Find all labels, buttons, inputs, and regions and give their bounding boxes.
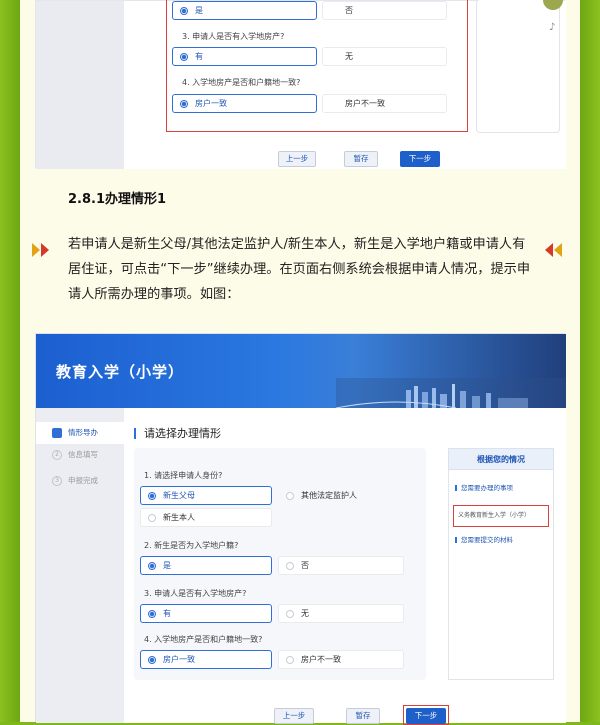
music-note-icon: ♪ — [549, 22, 556, 33]
guide-title: 根据您的情况 — [448, 448, 554, 470]
banner: 教育入学（小学） — [36, 334, 566, 408]
next-highlight-frame — [403, 705, 449, 725]
option-label: 新生父母 — [163, 491, 195, 500]
q3-option-yes[interactable]: 有 — [140, 604, 272, 623]
option-label: 有 — [163, 609, 171, 618]
option-label: 是 — [163, 561, 171, 570]
question-4: 4. 入学地房产是否和户籍地一致? — [144, 635, 263, 644]
step-nav: 情形导办 2 信息填写 3 申报完成 — [36, 408, 124, 723]
right-chevron-icon — [540, 243, 562, 259]
content-title: 请选择办理情形 — [134, 428, 221, 439]
nav-step-done[interactable]: 3 申报完成 — [36, 470, 124, 492]
q4-option-match[interactable]: 房户一致 — [140, 650, 272, 669]
q4-option-mismatch[interactable]: 房户不一致 — [278, 650, 404, 669]
banner-title: 教育入学（小学） — [56, 363, 185, 381]
q1-option-self[interactable]: 新生本人 — [140, 508, 272, 527]
top-screenshot: 是 否 3. 申请人是否有入学地房产? 有 无 4. 入学地房产是否和户籍地一致… — [35, 0, 566, 169]
nav-step-guide[interactable]: 情形导办 — [36, 422, 124, 444]
radio-icon — [148, 610, 156, 618]
robot-icon — [52, 428, 62, 438]
description-paragraph: 若申请人是新生父母/其他法定监护人/新生本人，新生是入学地户籍或申请人有居住证，… — [68, 237, 531, 302]
q3-option-no[interactable]: 无 — [278, 604, 404, 623]
q1-option-guardian[interactable]: 其他法定监护人 — [278, 486, 410, 505]
q2-option-yes[interactable]: 是 — [140, 556, 272, 575]
screenshot-figure: 教育入学（小学） 情形导办 2 信息填写 3 申报完成 请选择办理情形 1. 请选择… — [35, 333, 566, 725]
nav-label: 信息填写 — [68, 450, 98, 459]
left-chevron-icon — [32, 243, 54, 259]
option-label: 其他法定监护人 — [301, 491, 357, 500]
city-skyline-image — [336, 378, 566, 408]
option-label: 房户不一致 — [301, 655, 341, 664]
option-label: 房户一致 — [163, 655, 195, 664]
guide-item-highlight[interactable]: 义务教育新生入学（小学） — [453, 505, 549, 527]
nav-label: 情形导办 — [68, 428, 98, 437]
radio-icon — [148, 562, 156, 570]
q2-option-no[interactable]: 否 — [278, 556, 404, 575]
main-content: 请选择办理情形 1. 请选择申请人身份? 新生父母 其他法定监护人 新生本人 2… — [124, 408, 566, 725]
right-border — [580, 0, 600, 722]
top-next-button[interactable]: 下一步 — [400, 151, 440, 167]
option-label: 无 — [301, 609, 309, 618]
option-label: 新生本人 — [163, 513, 195, 522]
situation-form: 1. 请选择申请人身份? 新生父母 其他法定监护人 新生本人 2. 新生是否为入… — [134, 448, 426, 680]
radio-icon — [148, 656, 156, 664]
avatar-icon — [543, 0, 563, 10]
step-2-icon: 2 — [52, 450, 62, 460]
guide-body: 您需要办理的事项 义务教育新生入学（小学） 您需要提交的材料 — [448, 470, 554, 680]
radio-icon — [148, 514, 156, 522]
top-guide-panel: ♪ — [476, 0, 563, 133]
guide-panel: 根据您的情况 您需要办理的事项 义务教育新生入学（小学） 您需要提交的材料 — [448, 448, 554, 680]
question-2: 2. 新生是否为入学地户籍? — [144, 541, 239, 550]
q1-option-parents[interactable]: 新生父母 — [140, 486, 272, 505]
radio-icon — [286, 562, 294, 570]
radio-icon — [286, 492, 294, 500]
radio-icon — [286, 610, 294, 618]
question-1: 1. 请选择申请人身份? — [144, 471, 223, 480]
top-nav-area — [36, 1, 124, 169]
left-border — [0, 0, 20, 722]
nav-label: 申报完成 — [68, 476, 98, 485]
section-heading: 2.8.1办理情形1 — [68, 192, 167, 207]
question-3: 3. 申请人是否有入学地房产? — [144, 589, 247, 598]
option-label: 否 — [301, 561, 309, 570]
top-highlight-frame — [166, 0, 468, 132]
radio-icon — [148, 492, 156, 500]
nav-step-fill[interactable]: 2 信息填写 — [36, 444, 124, 466]
article-page: 是 否 3. 申请人是否有入学地房产? 有 无 4. 入学地房产是否和户籍地一致… — [20, 0, 580, 725]
guide-item-todo: 您需要办理的事项 — [455, 482, 513, 492]
guide-item-service: 义务教育新生入学（小学） — [458, 512, 531, 519]
guide-item-materials: 您需要提交的材料 — [455, 534, 513, 544]
top-prev-button[interactable]: 上一步 — [278, 151, 316, 167]
top-content-area: 是 否 3. 申请人是否有入学地房产? 有 无 4. 入学地房产是否和户籍地一致… — [124, 0, 566, 169]
top-save-button[interactable]: 暂存 — [344, 151, 378, 167]
step-3-icon: 3 — [52, 476, 62, 486]
radio-icon — [286, 656, 294, 664]
